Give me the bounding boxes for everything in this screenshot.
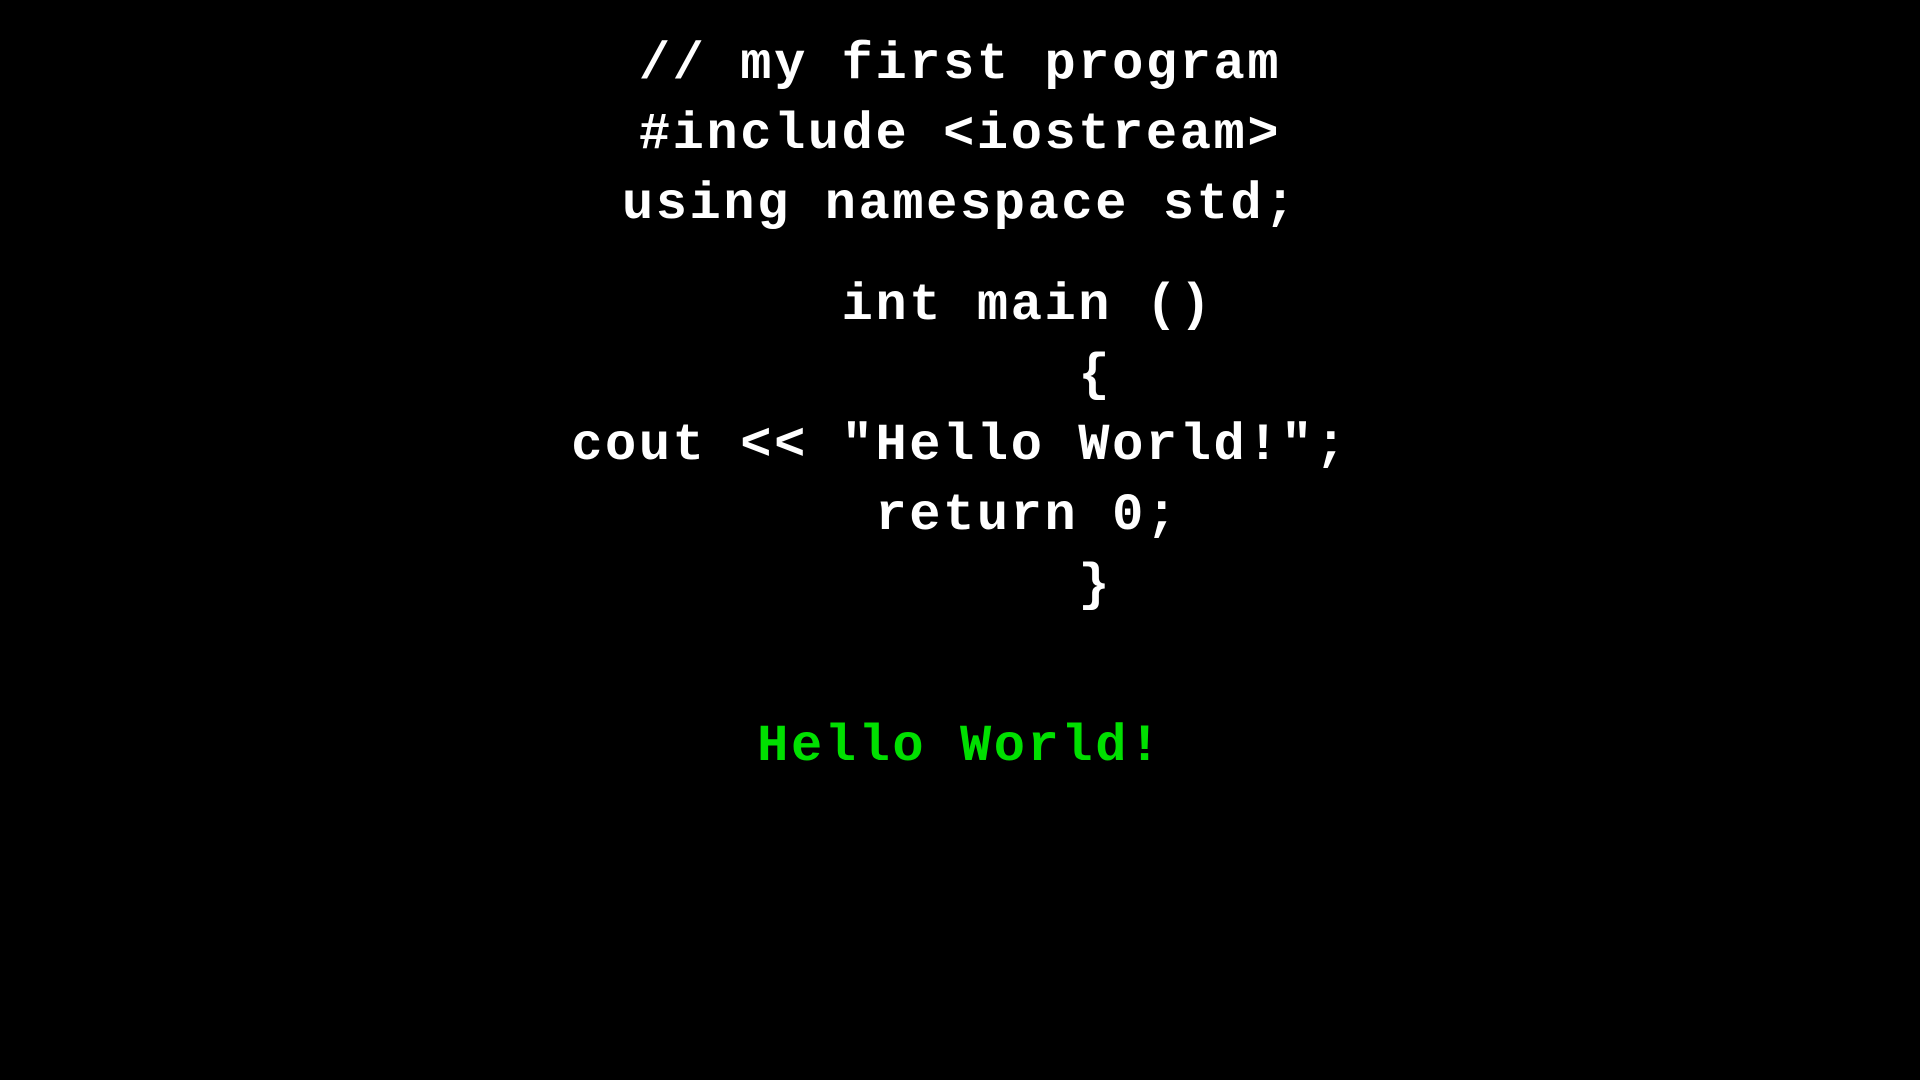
line-using: using namespace std; xyxy=(622,170,1298,240)
line-return: return 0; xyxy=(740,481,1179,551)
line-cout: cout << "Hello World!"; xyxy=(571,411,1349,481)
line-close-brace: } xyxy=(808,551,1112,621)
line-comment: // my first program xyxy=(639,30,1281,100)
line-open-brace: { xyxy=(808,341,1112,411)
line-output: Hello World! xyxy=(757,712,1163,782)
code-display: // my first program #include <iostream> … xyxy=(0,0,1920,782)
line-include: #include <iostream> xyxy=(639,100,1281,170)
line-main: int main () xyxy=(706,271,1213,341)
